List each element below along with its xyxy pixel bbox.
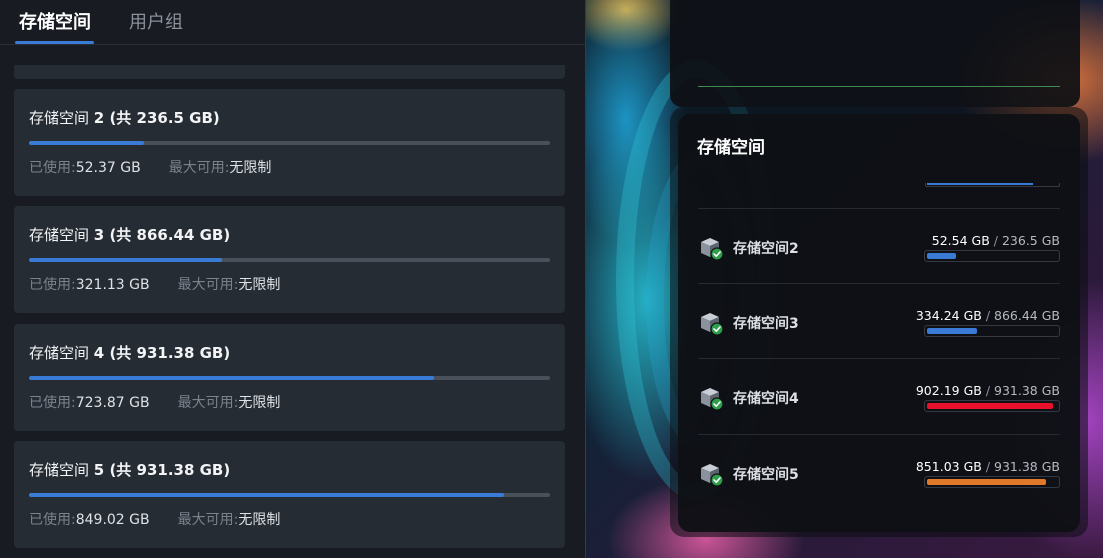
widget-volume-row[interactable]: 存储空间5 851.03 GB / 931.38 GB [698, 458, 1060, 508]
widget-volume-size: 851.03 GB / 931.38 GB [915, 459, 1060, 474]
divider [698, 208, 1060, 209]
widget-volume-row[interactable]: 存储空间4 902.19 GB / 931.38 GB [698, 382, 1060, 432]
widget-chart-baseline [698, 86, 1060, 87]
volume-usage-fill [29, 493, 505, 497]
volume-card-title: 存储空间 5 (共 931.38 GB) [29, 461, 231, 479]
widget-volume-row[interactable]: 存储空间3 334.24 GB / 866.44 GB [698, 307, 1060, 357]
volume-usage-bar [29, 141, 550, 145]
widget-volume-usage-bar [924, 400, 1060, 412]
storage-widget: 存储空间 存储空间2 52.54 GB / 236.5 GB 存储空间3 334… [678, 114, 1080, 532]
widget-volume-usage-fill [927, 328, 978, 334]
disk-check-icon [700, 387, 724, 411]
disk-check-icon [700, 312, 724, 336]
volume-usage-bar [29, 493, 550, 497]
divider [698, 358, 1060, 359]
widget-volume-usage-fill [927, 403, 1053, 409]
widget-title: 存储空间 [697, 138, 765, 158]
volume-card-partial [14, 65, 565, 79]
volume-usage-meta: 已使用:52.37 GB 最大可用:无限制 [29, 160, 272, 176]
volume-usage-bar [29, 258, 550, 262]
storage-settings-panel: 存储空间 用户组 存储空间 2 (共 236.5 GB) 已使用:52.37 G… [0, 0, 586, 558]
volume-usage-meta: 已使用:723.87 GB 最大可用:无限制 [29, 395, 281, 411]
disk-check-icon [700, 463, 724, 487]
widget-usage-bar-partial [925, 183, 1060, 187]
widget-volume-name: 存储空间5 [733, 467, 799, 483]
widget-volume-usage-fill [927, 479, 1046, 485]
widget-volume-name: 存储空间4 [733, 391, 799, 407]
volume-card[interactable]: 存储空间 5 (共 931.38 GB) 已使用:849.02 GB 最大可用:无… [14, 441, 565, 548]
widget-volume-name: 存储空间3 [733, 316, 799, 332]
volume-card-title: 存储空间 4 (共 931.38 GB) [29, 344, 231, 362]
widget-partial [670, 0, 1080, 107]
tab-storage[interactable]: 存储空间 [19, 10, 91, 36]
volume-usage-fill [29, 141, 145, 145]
volume-usage-fill [29, 376, 434, 380]
volume-card-title: 存储空间 2 (共 236.5 GB) [29, 109, 220, 127]
active-tab-indicator [15, 41, 94, 44]
tab-user-groups[interactable]: 用户组 [129, 10, 183, 36]
volume-usage-bar [29, 376, 550, 380]
volume-usage-meta: 已使用:849.02 GB 最大可用:无限制 [29, 512, 281, 528]
volume-card[interactable]: 存储空间 3 (共 866.44 GB) 已使用:321.13 GB 最大可用:无… [14, 206, 565, 313]
disk-check-icon [700, 237, 724, 261]
widget-volume-size: 902.19 GB / 931.38 GB [915, 383, 1060, 398]
volume-card-title: 存储空间 3 (共 866.44 GB) [29, 226, 231, 244]
widget-volume-size: 52.54 GB / 236.5 GB [931, 233, 1060, 248]
widget-volume-usage-bar [924, 250, 1060, 262]
volume-usage-fill [29, 258, 223, 262]
volume-usage-meta: 已使用:321.13 GB 最大可用:无限制 [29, 277, 281, 293]
widget-volume-usage-fill [927, 253, 956, 259]
tab-bar: 存储空间 用户组 [0, 0, 585, 45]
widget-volume-usage-bar [924, 325, 1060, 337]
divider [698, 434, 1060, 435]
volume-card[interactable]: 存储空间 2 (共 236.5 GB) 已使用:52.37 GB 最大可用:无限制 [14, 89, 565, 196]
widget-volume-usage-bar [924, 476, 1060, 488]
widget-volume-name: 存储空间2 [733, 241, 799, 257]
divider [698, 283, 1060, 284]
widget-volume-size: 334.24 GB / 866.44 GB [915, 308, 1060, 323]
volume-card[interactable]: 存储空间 4 (共 931.38 GB) 已使用:723.87 GB 最大可用:无… [14, 324, 565, 431]
widget-volume-row[interactable]: 存储空间2 52.54 GB / 236.5 GB [698, 232, 1060, 282]
